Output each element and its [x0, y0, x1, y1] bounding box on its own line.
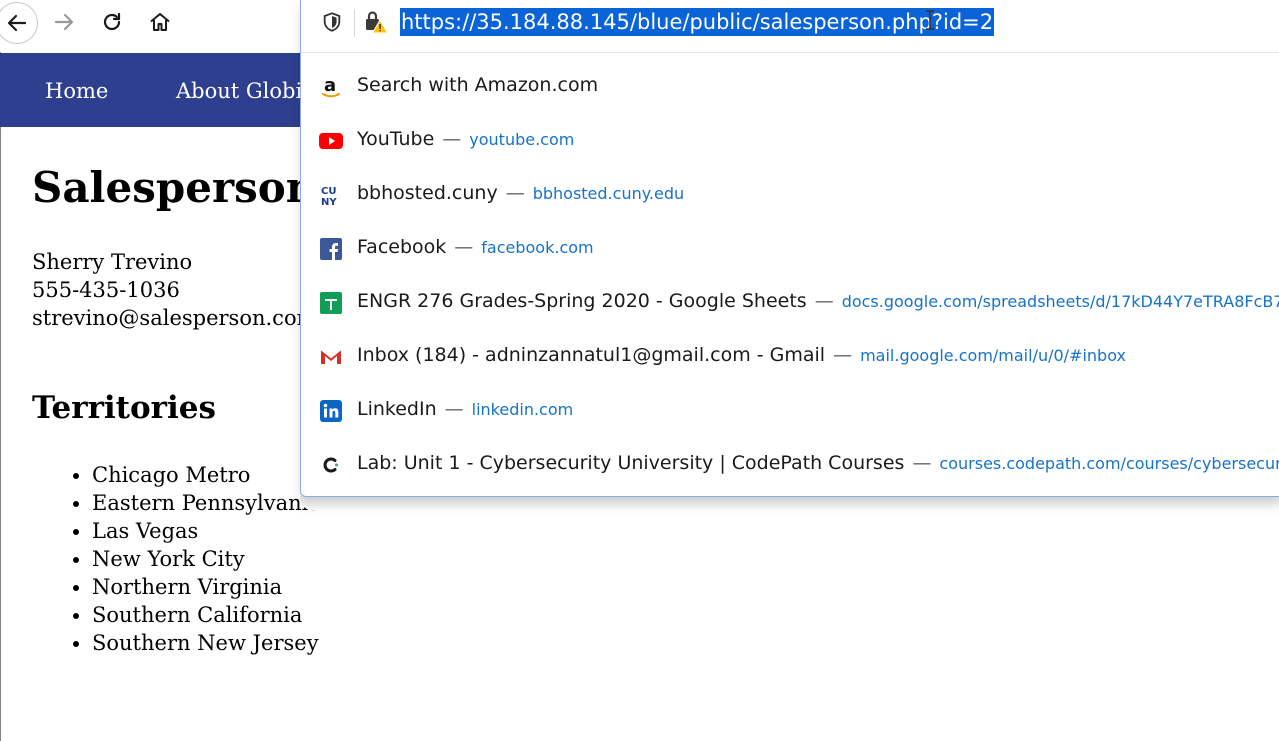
amazon-icon: a [319, 75, 343, 99]
list-item: Northern Virginia [92, 573, 321, 601]
facebook-icon [319, 237, 343, 261]
list-item: Southern New Jersey [92, 629, 321, 657]
suggestion-youtube[interactable]: YouTube — youtube.com [301, 114, 1279, 168]
codepath-icon [319, 453, 343, 477]
cuny-icon: CU NY [319, 183, 343, 207]
suggestion-url: docs.google.com/spreadsheets/d/17kD44Y7e… [841, 292, 1279, 311]
reload-button[interactable] [94, 4, 130, 40]
urlbar-dropdown: https://35.184.88.145/blue/public/salesp… [300, 0, 1279, 497]
urlbar[interactable]: https://35.184.88.145/blue/public/salesp… [301, 0, 1279, 53]
dropdown-shadow [300, 496, 1279, 510]
url-input[interactable]: https://35.184.88.145/blue/public/salesp… [400, 8, 995, 36]
svg-text:CU: CU [321, 186, 336, 197]
list-item: Southern California [92, 601, 321, 629]
page-title: Salesperson [32, 163, 317, 212]
suggestion-url: bbhosted.cuny.edu [532, 184, 685, 203]
back-button[interactable] [0, 2, 38, 44]
suggestion-url: linkedin.com [471, 400, 574, 419]
suggestion-url: facebook.com [481, 238, 594, 257]
suggestion-url: courses.codepath.com/courses/cybersecuri… [939, 454, 1279, 473]
salesperson-phone: 555-435-1036 [32, 278, 180, 302]
suggestion-bbhosted[interactable]: CU NY bbhosted.cuny — bbhosted.cuny.edu [301, 168, 1279, 222]
nav-link-about[interactable]: About Globit [176, 79, 300, 103]
google-sheets-icon [319, 291, 343, 315]
text-cursor-icon [926, 10, 934, 30]
suggestion-linkedin[interactable]: LinkedIn — linkedin.com [301, 384, 1279, 438]
tracking-protection-shield-icon[interactable] [321, 11, 343, 33]
forward-button[interactable] [46, 4, 82, 40]
suggestion-gmail[interactable]: Inbox (184) - adninzannatul1@gmail.com -… [301, 330, 1279, 384]
nav-link-home[interactable]: Home [45, 79, 108, 103]
svg-text:NY: NY [321, 197, 337, 206]
suggestion-title: YouTube — youtube.com [357, 128, 575, 150]
forward-arrow-icon [54, 13, 74, 31]
suggestion-url: mail.google.com/mail/u/0/#inbox [860, 346, 1126, 365]
suggestion-title: LinkedIn — linkedin.com [357, 398, 574, 420]
back-arrow-icon [7, 14, 27, 32]
site-navbar: Home About Globit [0, 53, 300, 127]
home-button[interactable] [142, 4, 178, 40]
suggestion-title: ENGR 276 Grades-Spring 2020 - Google She… [357, 290, 1279, 312]
territories-list: Chicago Metro Eastern Pennsylvania Las V… [32, 461, 321, 657]
suggestion-amazon-search[interactable]: a Search with Amazon.com [301, 60, 1279, 114]
gmail-icon [319, 345, 343, 369]
contact-info: Sherry Trevino 555-435-1036 strevino@sal… [32, 248, 317, 332]
suggestion-title: bbhosted.cuny — bbhosted.cuny.edu [357, 182, 685, 204]
suggestion-title: Lab: Unit 1 - Cybersecurity University |… [357, 452, 1279, 474]
list-item: Las Vegas [92, 517, 321, 545]
home-icon [150, 13, 170, 31]
salesperson-name: Sherry Trevino [32, 250, 193, 274]
suggestion-facebook[interactable]: Facebook — facebook.com [301, 222, 1279, 276]
reload-icon [103, 12, 121, 31]
list-item: New York City [92, 545, 321, 573]
suggestion-title: Search with Amazon.com [357, 74, 599, 96]
list-item: Chicago Metro [92, 461, 321, 489]
suggestion-title: Inbox (184) - adninzannatul1@gmail.com -… [357, 344, 1126, 366]
window-edge [0, 52, 1, 741]
suggestion-url: youtube.com [469, 130, 575, 149]
list-item: Eastern Pennsylvania [92, 489, 321, 517]
svg-text:a: a [324, 75, 336, 96]
suggestion-google-sheets[interactable]: ENGR 276 Grades-Spring 2020 - Google She… [301, 276, 1279, 330]
suggestion-codepath[interactable]: Lab: Unit 1 - Cybersecurity University |… [301, 438, 1279, 492]
insecure-lock-warning-icon[interactable] [363, 9, 389, 35]
urlbar-separator [354, 9, 355, 37]
youtube-icon [319, 129, 343, 153]
suggestion-title: Facebook — facebook.com [357, 236, 594, 258]
salesperson-email: strevino@salesperson.com [32, 306, 317, 330]
territories-heading: Territories [32, 390, 216, 426]
linkedin-icon [319, 399, 343, 423]
